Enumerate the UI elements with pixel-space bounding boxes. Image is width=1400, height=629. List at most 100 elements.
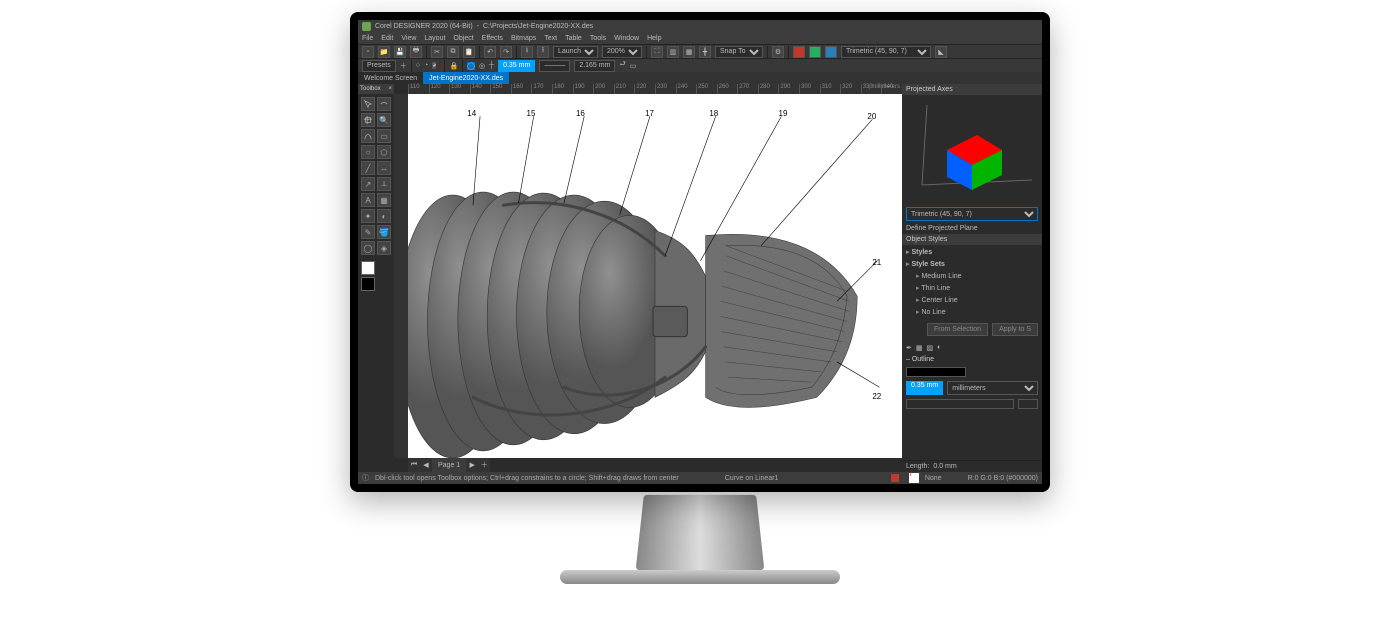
outline-width-input[interactable]: 0.35 mm — [498, 60, 535, 72]
add-preset-icon[interactable]: ＋ — [400, 61, 407, 71]
rulers-icon[interactable]: ▥ — [667, 46, 679, 58]
dimension-tool[interactable]: ↔ — [377, 161, 391, 175]
options-icon[interactable]: ⚙ — [772, 46, 784, 58]
text-tool[interactable]: A — [361, 193, 375, 207]
outline-width-value[interactable]: 0.35 mm — [906, 381, 943, 395]
menu-effects[interactable]: Effects — [482, 35, 503, 42]
guides-icon[interactable]: ╋ — [699, 46, 711, 58]
save-icon[interactable]: 💾 — [394, 46, 406, 58]
effects-tool[interactable]: ✦ — [361, 209, 375, 223]
menu-layout[interactable]: Layout — [424, 35, 445, 42]
page-tab[interactable]: Page 1 — [432, 458, 466, 472]
palette-icon[interactable] — [793, 46, 805, 58]
transparency-tool[interactable]: ◐ — [377, 209, 391, 223]
presets-dropdown[interactable]: Presets — [362, 60, 396, 72]
cut-icon[interactable]: ✂ — [431, 46, 443, 58]
tree-medium-line[interactable]: Medium Line — [916, 271, 1038, 283]
projected-ellipse-icon[interactable]: ◯ — [467, 62, 475, 70]
ellipse-icon[interactable]: ○ — [416, 62, 420, 69]
eyedropper-tool[interactable]: ✎ — [361, 225, 375, 239]
page-next-icon[interactable]: ▶ — [466, 458, 478, 472]
drawing-canvas[interactable]: 14 15 16 17 18 19 20 21 22 — [408, 94, 902, 458]
outline-color-swatch[interactable] — [906, 367, 966, 377]
fill-swatch[interactable] — [361, 261, 375, 275]
grid-icon[interactable]: ▦ — [683, 46, 695, 58]
apply-to-button[interactable]: Apply to S — [992, 323, 1038, 336]
fill-tool[interactable]: 🪣 — [377, 225, 391, 239]
page-prev-icon[interactable]: ◀ — [420, 458, 432, 472]
tree-no-line[interactable]: No Line — [916, 307, 1038, 319]
pick-tool[interactable] — [361, 97, 375, 111]
3point-icon[interactable]: ◔ — [424, 62, 428, 69]
ellipse-tool[interactable]: ○ — [361, 145, 375, 159]
docker-projection-dropdown[interactable]: Trimetric (45, 90, 7) — [906, 207, 1038, 221]
zoom-tool[interactable]: 🔍 — [377, 113, 391, 127]
new-doc-icon[interactable]: ▫ — [362, 46, 374, 58]
field2-input[interactable]: 2.165 mm — [574, 60, 615, 72]
outline-unit-dropdown[interactable]: millimeters — [947, 381, 1038, 395]
outline-tool[interactable]: ◯ — [361, 241, 375, 255]
menu-text[interactable]: Text — [544, 35, 557, 42]
tab-document[interactable]: Jet-Engine2020-XX.des — [423, 72, 509, 84]
freehand-tool[interactable] — [361, 129, 375, 143]
import-icon[interactable]: ⭳ — [521, 46, 533, 58]
from-selection-button[interactable]: From Selection — [927, 323, 988, 336]
menu-edit[interactable]: Edit — [381, 35, 393, 42]
concentric-icon[interactable]: ◎ — [479, 62, 485, 70]
rectangle-tool[interactable]: ▭ — [377, 129, 391, 143]
crop-tool[interactable] — [361, 113, 375, 127]
transparency-icon[interactable]: ◐ — [937, 344, 941, 352]
styles-tree[interactable]: Styles Style Sets Medium Line Thin Line … — [902, 245, 1042, 321]
line-cap-dropdown[interactable] — [1018, 399, 1038, 409]
toolbox-close-icon[interactable]: × — [388, 86, 392, 92]
smartfill-tool[interactable]: ◈ — [377, 241, 391, 255]
line-style-preview[interactable] — [906, 399, 1014, 409]
print-icon[interactable]: 🖶 — [410, 46, 422, 58]
bound-icon[interactable]: ▭ — [630, 62, 637, 70]
tree-styles[interactable]: Styles — [906, 247, 1038, 259]
fill-pattern2-icon[interactable]: ▨ — [927, 344, 934, 352]
tree-stylesets[interactable]: Style Sets — [906, 259, 1038, 271]
menu-window[interactable]: Window — [614, 35, 639, 42]
palette2-icon[interactable] — [809, 46, 821, 58]
copy-icon[interactable]: ⧉ — [447, 46, 459, 58]
line-tool[interactable]: ╱ — [361, 161, 375, 175]
tree-thin-line[interactable]: Thin Line — [916, 283, 1038, 295]
shape-tool[interactable] — [377, 97, 391, 111]
fill-pattern-icon[interactable]: ▦ — [916, 344, 923, 352]
export-icon[interactable]: ⭱ — [537, 46, 549, 58]
axes-icon[interactable]: ◣ — [935, 46, 947, 58]
lock-icon[interactable]: 🔒 — [449, 62, 458, 70]
line-style-dropdown[interactable]: ——— — [539, 60, 570, 72]
projected-axes-view[interactable] — [902, 95, 1042, 205]
table-tool[interactable]: ▦ — [377, 193, 391, 207]
callout-tool[interactable]: ↗ — [361, 177, 375, 191]
page-first-icon[interactable]: ⏮ — [408, 458, 420, 472]
redo-icon[interactable]: ↷ — [500, 46, 512, 58]
menu-file[interactable]: File — [362, 35, 373, 42]
tree-center-line[interactable]: Center Line — [916, 295, 1038, 307]
menu-view[interactable]: View — [401, 35, 416, 42]
menu-help[interactable]: Help — [647, 35, 661, 42]
connector-tool[interactable]: ⟂ — [377, 177, 391, 191]
fullscreen-icon[interactable]: ⛶ — [651, 46, 663, 58]
menu-table[interactable]: Table — [565, 35, 582, 42]
menu-tools[interactable]: Tools — [590, 35, 606, 42]
undo-icon[interactable]: ↶ — [484, 46, 496, 58]
status-stop-icon[interactable] — [891, 474, 899, 482]
centerline-icon[interactable]: ┼ — [489, 62, 494, 69]
menu-object[interactable]: Object — [453, 35, 473, 42]
projection-dropdown[interactable]: Trimetric (45, 90, 7) — [841, 46, 931, 58]
paste-icon[interactable]: 📋 — [463, 46, 475, 58]
outline-swatch[interactable] — [361, 277, 375, 291]
zoom-dropdown[interactable]: 200% — [602, 46, 642, 58]
palette3-icon[interactable] — [825, 46, 837, 58]
outline-pen-icon[interactable]: ✒ — [906, 344, 912, 352]
wrap-icon[interactable]: ⮐ — [619, 60, 625, 71]
snap-dropdown[interactable]: Snap To — [715, 46, 763, 58]
page-add-icon[interactable]: ＋ — [478, 458, 490, 472]
pie-icon[interactable]: ◕ — [432, 62, 436, 69]
launch-dropdown[interactable]: Launch — [553, 46, 598, 58]
tab-welcome[interactable]: Welcome Screen — [358, 72, 423, 84]
menu-bitmaps[interactable]: Bitmaps — [511, 35, 536, 42]
